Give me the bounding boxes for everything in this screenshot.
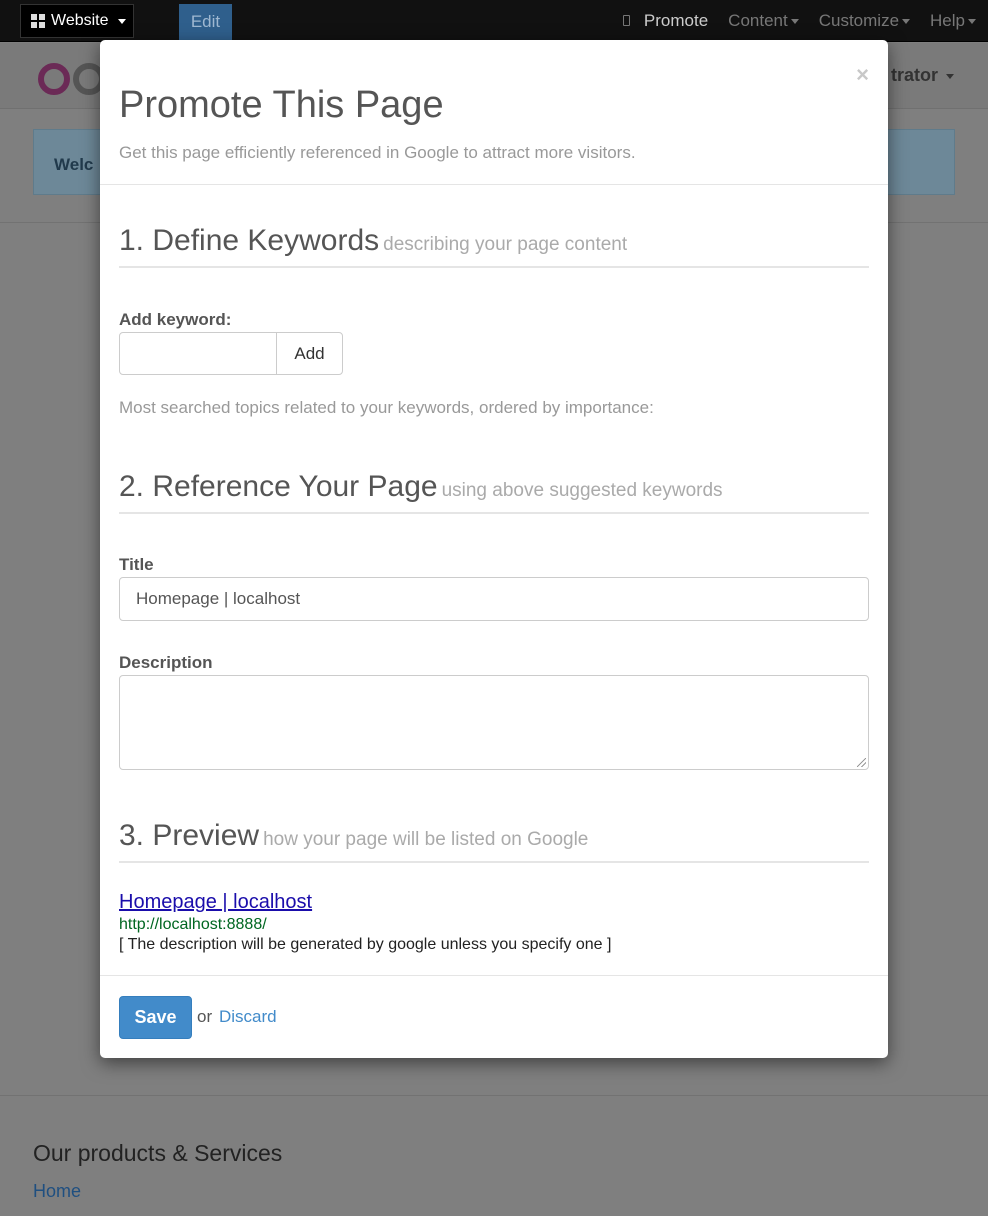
topbar-right-menu: Promote Content Customize Help — [622, 0, 976, 42]
user-menu-label: trator — [890, 65, 938, 85]
section-reference-page: 2. Reference Your Page using above sugges… — [119, 470, 869, 514]
caret-down-icon — [117, 18, 126, 24]
discard-link[interactable]: Discard — [219, 1007, 277, 1027]
footer-divider — [100, 975, 888, 976]
resize-handle-icon[interactable] — [857, 758, 866, 767]
promote-modal: × Promote This Page Get this page effici… — [100, 40, 888, 1058]
section-preview: 3. Preview how your page will be listed o… — [119, 819, 869, 863]
caret-down-icon — [946, 73, 954, 79]
preview-description: [ The description will be generated by g… — [119, 936, 612, 953]
caret-down-icon — [968, 19, 976, 25]
modal-subtitle: Get this page efficiently referenced in … — [119, 143, 636, 162]
website-menu-label: Website — [51, 12, 109, 29]
customize-menu[interactable]: Customize — [818, 11, 911, 31]
preview-title-link[interactable]: Homepage | localhost — [119, 891, 312, 914]
title-input[interactable]: Homepage | localhost — [119, 577, 869, 621]
section-subheading: describing your page content — [383, 234, 628, 255]
help-menu[interactable]: Help — [930, 11, 976, 31]
caret-down-icon — [902, 19, 911, 25]
content-menu[interactable]: Content — [728, 11, 799, 31]
section-heading: 2. Reference Your Page — [119, 470, 438, 503]
edit-button[interactable]: Edit — [179, 4, 232, 40]
content-label: Content — [728, 11, 788, 30]
header-divider — [100, 184, 888, 185]
help-label: Help — [930, 11, 965, 30]
grid-icon — [31, 14, 45, 28]
admin-topbar: Website Edit Promote Content Customize H… — [0, 0, 988, 42]
title-label: Title — [119, 555, 154, 574]
or-text: or — [197, 1007, 213, 1026]
footer-home-link: Home — [33, 1181, 82, 1201]
description-textarea[interactable] — [119, 675, 869, 770]
section-define-keywords: 1. Define Keywords describing your page c… — [119, 224, 869, 268]
promote-label: Promote — [643, 11, 709, 30]
section-subheading: how your page will be listed on Google — [263, 829, 589, 850]
caret-down-icon — [790, 19, 799, 25]
keyword-input[interactable] — [119, 332, 277, 375]
description-label: Description — [119, 653, 213, 672]
section-heading: 1. Define Keywords — [119, 224, 380, 257]
website-menu-button[interactable]: Website — [20, 4, 134, 38]
close-icon[interactable]: × — [856, 62, 869, 88]
keyword-label: Add keyword: — [119, 310, 232, 329]
section-heading: 3. Preview — [119, 819, 260, 852]
add-keyword-button[interactable]: Add — [276, 332, 343, 375]
save-button[interactable]: Save — [119, 996, 192, 1039]
preview-url: http://localhost:8888/ — [119, 916, 267, 933]
user-menu: trator — [891, 65, 954, 86]
keyword-help-text: Most searched topics related to your key… — [119, 398, 654, 417]
section-subheading: using above suggested keywords — [441, 480, 723, 501]
footer-title: Our products & Services — [33, 1140, 283, 1166]
mobile-icon — [622, 15, 630, 26]
customize-label: Customize — [818, 11, 900, 30]
site-logo — [38, 63, 108, 95]
promote-menu[interactable]: Promote — [622, 11, 709, 31]
modal-title: Promote This Page — [119, 84, 444, 126]
